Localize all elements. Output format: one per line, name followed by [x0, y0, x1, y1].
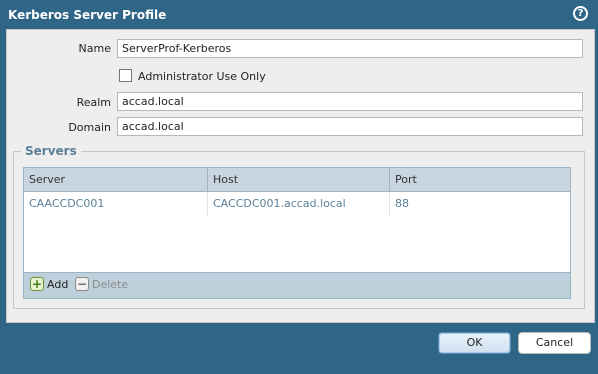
column-header-server[interactable]: Server — [24, 168, 208, 192]
delete-button[interactable]: − Delete — [75, 277, 131, 293]
minus-icon: − — [75, 277, 89, 291]
add-icon: + — [30, 277, 44, 291]
servers-legend: Servers — [21, 144, 81, 158]
dialog-title: Kerberos Server Profile — [8, 8, 167, 22]
dialog-content: Name Administrator Use Only Realm Domain… — [6, 29, 595, 323]
servers-grid-toolbar: + Add − Delete — [24, 272, 570, 298]
cancel-button[interactable]: Cancel — [518, 332, 591, 354]
port-cell: 88 — [395, 197, 409, 210]
server-cell: CAACCDC001 — [24, 192, 208, 216]
name-label: Name — [78, 42, 111, 55]
help-icon[interactable]: ? — [573, 6, 588, 21]
host-cell: CACCDC001.accad.local — [208, 192, 390, 216]
ok-button[interactable]: OK — [438, 332, 511, 354]
servers-grid-header: Server Host Port — [24, 168, 570, 192]
servers-grid: Server Host Port CAACCDC001 CACCDC001.ac… — [23, 167, 571, 299]
column-header-port[interactable]: Port — [390, 168, 570, 192]
add-label: Add — [47, 278, 69, 291]
realm-input[interactable] — [117, 92, 583, 111]
domain-label: Domain — [68, 121, 111, 134]
dialog-titlebar: Kerberos Server Profile ? — [0, 0, 598, 30]
kerberos-server-profile-dialog: Kerberos Server Profile ? Name Administr… — [0, 0, 598, 374]
realm-label: Realm — [76, 96, 111, 109]
column-header-host[interactable]: Host — [208, 168, 390, 192]
domain-input[interactable] — [117, 117, 583, 136]
administrator-use-only-checkbox[interactable] — [119, 69, 132, 82]
table-row[interactable]: CAACCDC001 CACCDC001.accad.local 88 — [24, 192, 570, 216]
name-input[interactable] — [117, 39, 583, 58]
administrator-use-only-label: Administrator Use Only — [138, 70, 266, 83]
add-button[interactable]: + Add — [30, 277, 72, 293]
delete-label: Delete — [92, 278, 129, 291]
